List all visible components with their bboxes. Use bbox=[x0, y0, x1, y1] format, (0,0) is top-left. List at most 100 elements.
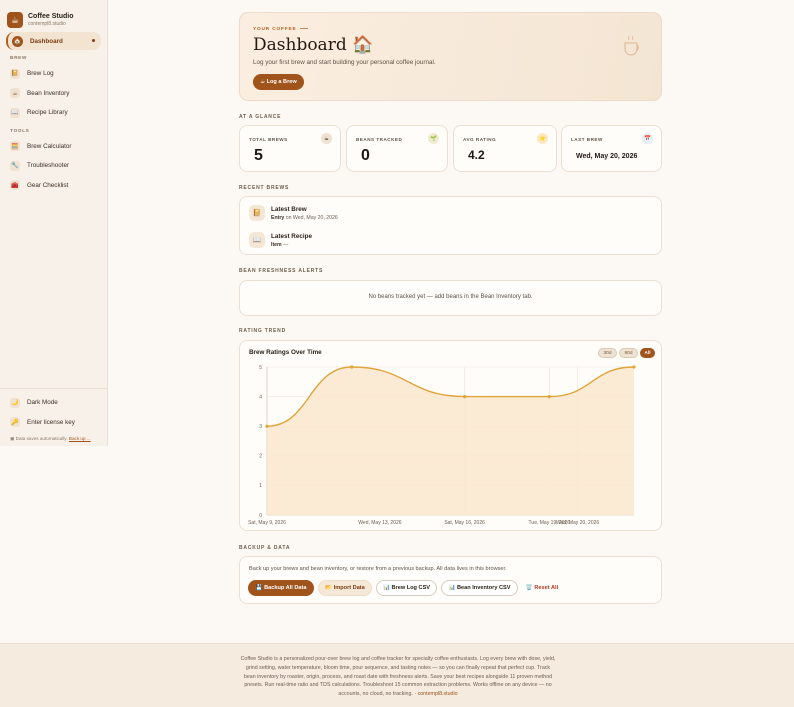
moon-icon: 🌙 bbox=[10, 397, 20, 408]
brand[interactable]: ☕ Coffee Studio contempl8.studio bbox=[0, 0, 107, 32]
freshness-empty-text: No beans tracked yet — add beans in the … bbox=[368, 294, 533, 300]
recent-title: Latest Recipe bbox=[271, 232, 312, 240]
sidebar-item-label: Brew Log bbox=[27, 70, 54, 78]
active-indicator bbox=[92, 39, 95, 42]
x-tick-label: Sat, May 16, 2026 bbox=[444, 520, 485, 526]
backup-section-label: BACKUP & DATA bbox=[239, 545, 291, 551]
footer-link[interactable]: contempl8.studio bbox=[418, 691, 458, 697]
recent-sub-rest: — bbox=[281, 241, 289, 248]
stat-label: BEANS TRACKED bbox=[356, 137, 403, 142]
sidebar-item-label: Bean Inventory bbox=[27, 89, 70, 97]
footer-description: Coffee Studio is a personalized pour-ove… bbox=[240, 656, 556, 698]
toolbox-icon: 🧰 bbox=[10, 180, 20, 191]
brew-log-csv-button[interactable]: 📊 Brew Log CSV bbox=[376, 580, 437, 596]
x-tick-label: Wed, May 13, 2026 bbox=[358, 520, 401, 526]
stat-label: AVG RATING bbox=[463, 137, 497, 142]
stat-label: TOTAL BREWS bbox=[249, 137, 288, 142]
notebook-icon: 📔 bbox=[249, 205, 265, 221]
key-icon: 🔑 bbox=[10, 417, 20, 428]
sidebar-item-dashboard[interactable]: 🏠 Dashboard bbox=[6, 32, 101, 50]
reset-all-button[interactable]: 🗑️ Reset All bbox=[523, 580, 561, 596]
import-data-button[interactable]: 📂 Import Data bbox=[318, 580, 372, 596]
sidebar-item-troubleshooter[interactable]: 🔧 Troubleshooter bbox=[0, 156, 107, 176]
backup-card: Back up your brews and bean inventory, o… bbox=[239, 556, 662, 604]
hero-kicker-text: YOUR COFFEE bbox=[253, 27, 297, 32]
recent-sub-bold: Item bbox=[271, 241, 282, 248]
y-tick-label: 4 bbox=[259, 394, 262, 400]
sidebar-item-label: Dashboard bbox=[30, 37, 63, 45]
backup-all-button[interactable]: 💾 Backup All Data bbox=[248, 580, 314, 596]
calculator-icon: 🧮 bbox=[10, 141, 20, 152]
sidebar-item-label: Dark Mode bbox=[27, 399, 58, 407]
coffee-cup-deco-icon bbox=[624, 35, 639, 56]
sidebar-item-gear-checklist[interactable]: 🧰 Gear Checklist bbox=[0, 176, 107, 196]
stat-card-beans-tracked: BEANS TRACKED 🌱 0 bbox=[346, 125, 448, 172]
recent-sub-bold: Entry bbox=[271, 214, 285, 221]
stat-card-last-brew: LAST BREW 📅 Wed, May 20, 2026 bbox=[561, 125, 662, 172]
list-item[interactable]: 📖 Latest Recipe Item — bbox=[249, 232, 312, 248]
footer-text: Coffee Studio is a personalized pour-ove… bbox=[240, 655, 556, 699]
y-tick-label: 0 bbox=[259, 513, 262, 519]
stat-label: LAST BREW bbox=[571, 137, 603, 142]
bean-inventory-csv-button[interactable]: 📊 Bean Inventory CSV bbox=[441, 580, 518, 596]
trend-section-label: RATING TREND bbox=[239, 328, 287, 334]
sidebar-section-tools: TOOLS bbox=[10, 128, 30, 134]
autosave-text: Data saves automatically. bbox=[15, 436, 68, 441]
stat-value: 5 bbox=[254, 147, 263, 164]
glance-section-label: AT A GLANCE bbox=[239, 114, 282, 120]
dark-mode-toggle[interactable]: 🌙 Dark Mode bbox=[0, 393, 108, 413]
recent-section-label: RECENT BREWS bbox=[239, 185, 290, 191]
freshness-card: No beans tracked yet — add beans in the … bbox=[239, 280, 662, 316]
sidebar-footer: 🌙 Dark Mode 🔑 Enter license key ▣ Data s… bbox=[0, 388, 108, 446]
y-tick-label: 1 bbox=[259, 483, 262, 489]
rating-point bbox=[350, 365, 354, 369]
sidebar-item-brew-log[interactable]: 📔 Brew Log bbox=[0, 64, 107, 84]
hero-subtitle: Log your first brew and start building y… bbox=[253, 59, 436, 66]
stat-card-total-brews: TOTAL BREWS ☕ 5 bbox=[239, 125, 341, 172]
page-footer: Coffee Studio is a personalized pour-ove… bbox=[0, 643, 794, 707]
sidebar-item-label: Gear Checklist bbox=[27, 181, 69, 189]
license-key-button[interactable]: 🔑 Enter license key bbox=[0, 413, 108, 433]
stat-value: 0 bbox=[361, 147, 370, 164]
sidebar-item-recipe-library[interactable]: 📖 Recipe Library bbox=[0, 103, 107, 123]
coffee-icon: ☕ bbox=[10, 88, 20, 99]
seedling-icon: 🌱 bbox=[428, 133, 439, 144]
backup-link[interactable]: Back up ... bbox=[69, 436, 91, 441]
rating-point bbox=[265, 424, 269, 428]
sidebar-item-label: Troubleshooter bbox=[27, 162, 70, 170]
sidebar-item-brew-calculator[interactable]: 🧮 Brew Calculator bbox=[0, 137, 107, 157]
sidebar-item-label: Brew Calculator bbox=[27, 142, 72, 150]
recent-sub: Entry on Wed, May 20, 2026 bbox=[271, 215, 338, 221]
recent-title: Latest Brew bbox=[271, 205, 307, 213]
rating-point bbox=[547, 395, 551, 399]
autosave-note: ▣ Data saves automatically. Back up ... bbox=[0, 432, 108, 446]
rating-point bbox=[463, 395, 467, 399]
sidebar: ☕ Coffee Studio contempl8.studio 🏠 Dashb… bbox=[0, 0, 108, 446]
rating-chart: 0 1 2 3 4 5 Sat, May 9, 2026 Wed, May 13, 2026 S… bbox=[248, 365, 636, 526]
stat-value: Wed, May 20, 2026 bbox=[576, 153, 638, 160]
app-domain: contempl8.studio bbox=[28, 20, 66, 27]
x-tick-label: Wed, May 20, 2026 bbox=[556, 520, 599, 526]
recent-brews-card: 📔 Latest Brew Entry on Wed, May 20, 2026… bbox=[239, 196, 662, 255]
list-item[interactable]: 📔 Latest Brew Entry on Wed, May 20, 2026 bbox=[249, 205, 338, 221]
rating-point bbox=[632, 365, 636, 369]
app-name: Coffee Studio bbox=[28, 12, 74, 20]
stat-value: 4.2 bbox=[468, 148, 485, 162]
sidebar-item-bean-inventory[interactable]: ☕ Bean Inventory bbox=[0, 84, 107, 104]
calendar-icon: 📅 bbox=[642, 133, 653, 144]
hero-kicker: YOUR COFFEE bbox=[253, 27, 309, 32]
star-icon: ⭐ bbox=[537, 133, 548, 144]
coffee-icon: ☕ bbox=[321, 133, 332, 144]
sidebar-item-label: Recipe Library bbox=[27, 109, 68, 117]
home-icon: 🏠 bbox=[12, 35, 23, 47]
log-brew-button[interactable]: ☕ Log a Brew bbox=[253, 74, 304, 90]
rating-chart-card: Brew Ratings Over Time 30d 90d All 01234… bbox=[239, 340, 662, 531]
hero-banner: YOUR COFFEE Dashboard 🏠 Log your first b… bbox=[239, 12, 662, 101]
recent-sub: Item — bbox=[271, 242, 312, 248]
y-tick-label: 2 bbox=[259, 454, 262, 460]
save-icon: ▣ bbox=[10, 436, 15, 441]
stat-card-avg-rating: AVG RATING ⭐ 4.2 bbox=[453, 125, 557, 172]
recent-sub-rest: on Wed, May 20, 2026 bbox=[284, 214, 338, 221]
notebook-icon: 📔 bbox=[10, 68, 20, 79]
y-tick-label: 5 bbox=[259, 365, 262, 371]
